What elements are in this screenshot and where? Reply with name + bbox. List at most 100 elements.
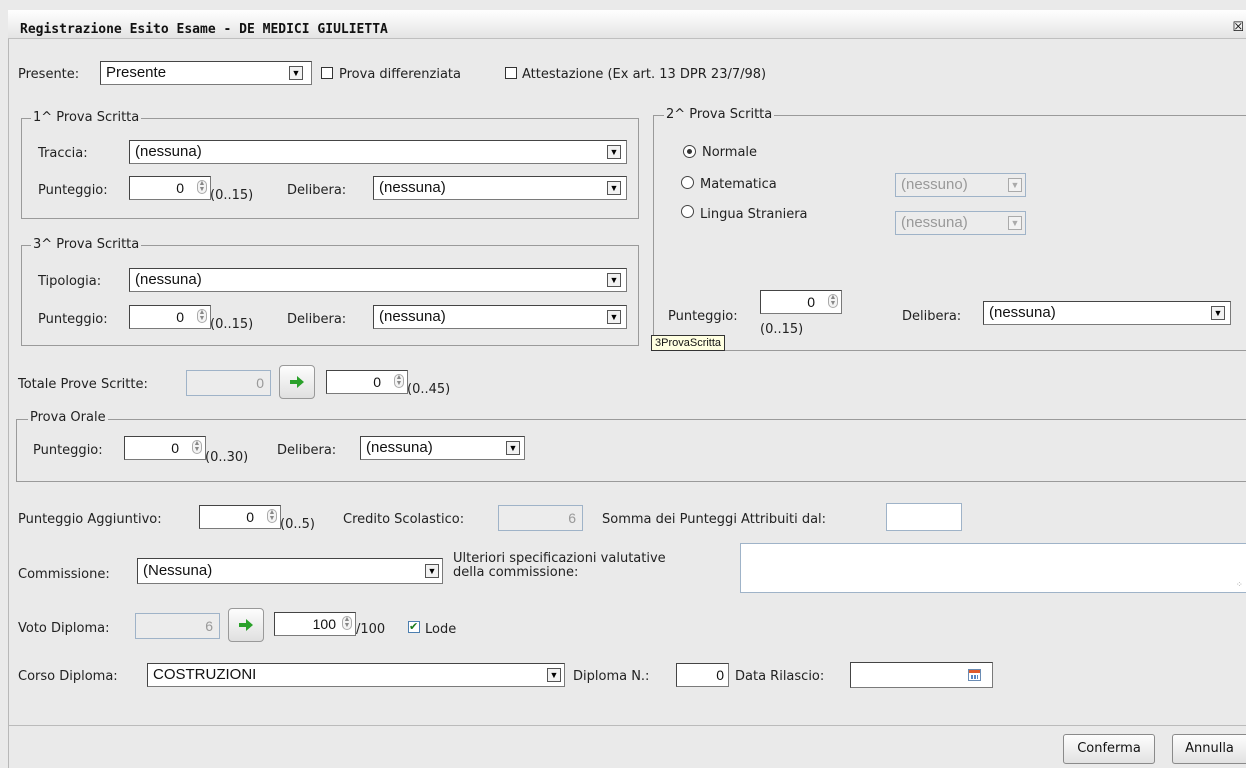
prova-differenziata-label: Prova differenziata — [339, 67, 461, 82]
prova1-punteggio-input[interactable]: 0 ▲ ▼ — [129, 176, 211, 200]
voto-computed-value: 6 — [205, 618, 213, 634]
commissione-label: Commissione: — [18, 567, 110, 582]
commissione-select[interactable]: (Nessuna) ▼ — [137, 558, 443, 584]
aggiuntivo-label: Punteggio Aggiuntivo: — [18, 512, 162, 527]
diploma-n-value: 0 — [716, 667, 724, 683]
aggiuntivo-value: 0 — [246, 509, 254, 525]
presente-label: Presente: — [18, 67, 80, 82]
data-rilascio-input[interactable] — [850, 662, 993, 688]
orale-punteggio-input[interactable]: 0 ▲ ▼ — [124, 436, 206, 460]
chevron-down-icon: ▼ — [547, 668, 561, 682]
lingua-select[interactable]: (nessuna) ▼ — [895, 211, 1026, 235]
lingua-select-value: (nessuna) — [901, 214, 968, 231]
voto-suffix: /100 — [356, 622, 386, 637]
calendar-icon[interactable] — [968, 669, 981, 681]
spinner-icon[interactable]: ▲ ▼ — [394, 374, 404, 388]
lode-checkbox[interactable] — [408, 620, 420, 633]
normale-label: Normale — [702, 145, 758, 160]
orale-delibera-label: Delibera: — [277, 443, 337, 458]
prova3-legend: 3^ Prova Scritta — [31, 237, 142, 252]
prova1-legend: 1^ Prova Scritta — [31, 110, 142, 125]
credito-value: 6 — [568, 510, 576, 526]
close-icon[interactable]: ☒ — [1232, 20, 1244, 35]
arrow-right-icon — [239, 619, 253, 631]
prova2-punteggio-input[interactable]: 0 ▲ ▼ — [760, 290, 842, 314]
prova3-punteggio-input[interactable]: 0 ▲ ▼ — [129, 305, 211, 329]
ulteriori-textarea[interactable]: ⁘ — [740, 543, 1246, 593]
matematica-select[interactable]: (nessuno) ▼ — [895, 173, 1026, 197]
spinner-icon[interactable]: ▲ ▼ — [828, 294, 838, 308]
credito-field: 6 — [498, 505, 583, 531]
prova-differenziata-checkbox[interactable] — [321, 67, 333, 79]
prova3-delibera-select[interactable]: (nessuna) ▼ — [373, 305, 627, 329]
chevron-down-icon: ▼ — [1008, 216, 1022, 230]
prova3-punteggio-value: 0 — [176, 309, 184, 325]
prova1-fieldset — [21, 118, 639, 219]
chevron-down-icon: ▼ — [425, 564, 439, 578]
totale-value: 0 — [373, 374, 381, 390]
totale-range: (0..45) — [407, 382, 451, 397]
prova1-range: (0..15) — [210, 188, 254, 203]
attestazione-label: Attestazione (Ex art. 13 DPR 23/7/98) — [522, 67, 767, 82]
somma-input[interactable] — [886, 503, 962, 531]
dialog-title: Registrazione Esito Esame - DE MEDICI GI… — [20, 22, 388, 37]
traccia-label: Traccia: — [38, 146, 88, 161]
prova3-range: (0..15) — [210, 317, 254, 332]
corso-select[interactable]: COSTRUZIONI ▼ — [147, 663, 565, 687]
prova2-punteggio-label: Punteggio: — [668, 309, 738, 324]
voto-input[interactable]: 100 ▲ ▼ — [274, 612, 356, 636]
prova2-delibera-select[interactable]: (nessuna) ▼ — [983, 301, 1231, 325]
matematica-radio[interactable] — [681, 176, 694, 189]
spinner-icon[interactable]: ▲ ▼ — [342, 616, 352, 630]
orale-range: (0..30) — [205, 450, 249, 465]
chevron-down-icon: ▼ — [289, 66, 303, 80]
presente-select-value: Presente — [106, 64, 167, 81]
tipologia-label: Tipologia: — [38, 274, 102, 289]
tipologia-select[interactable]: (nessuna) ▼ — [129, 268, 627, 292]
confirm-button[interactable]: Conferma — [1063, 734, 1155, 764]
lode-label: Lode — [425, 622, 457, 637]
commissione-select-value: (Nessuna) — [143, 562, 213, 579]
prova1-delibera-value: (nessuna) — [379, 179, 446, 196]
arrow-right-icon — [290, 376, 304, 388]
spinner-icon[interactable]: ▲ ▼ — [192, 440, 202, 454]
lingua-straniera-radio[interactable] — [681, 205, 694, 218]
credito-label: Credito Scolastico: — [343, 512, 465, 527]
spinner-icon[interactable]: ▲ ▼ — [267, 509, 277, 523]
cancel-button[interactable]: Annulla — [1172, 734, 1246, 764]
traccia-select[interactable]: (nessuna) ▼ — [129, 140, 627, 164]
prova3-punteggio-label: Punteggio: — [38, 312, 108, 327]
prova3-delibera-label: Delibera: — [287, 312, 347, 327]
lingua-straniera-label: Lingua Straniera — [700, 207, 808, 222]
diploma-n-input[interactable]: 0 — [676, 663, 729, 687]
prova3-fieldset — [21, 245, 639, 346]
spinner-icon[interactable]: ▲ ▼ — [197, 180, 207, 194]
chevron-down-icon: ▼ — [607, 310, 621, 324]
dialog-titlebar[interactable]: Registrazione Esito Esame - DE MEDICI GI… — [8, 10, 1246, 39]
presente-select[interactable]: Presente ▼ — [100, 61, 312, 85]
copy-voto-button[interactable] — [228, 608, 264, 642]
tooltip: 3ProvaScritta — [651, 335, 726, 351]
copy-totale-button[interactable] — [279, 365, 315, 399]
prova1-punteggio-label: Punteggio: — [38, 183, 108, 198]
attestazione-checkbox[interactable] — [505, 67, 517, 79]
prova2-legend: 2^ Prova Scritta — [664, 107, 775, 122]
prova2-delibera-label: Delibera: — [902, 309, 962, 324]
orale-punteggio-value: 0 — [171, 440, 179, 456]
matematica-select-value: (nessuno) — [901, 176, 968, 193]
aggiuntivo-input[interactable]: 0 ▲ ▼ — [199, 505, 281, 529]
totale-computed-value: 0 — [256, 375, 264, 391]
resize-grip-icon[interactable]: ⁘ — [1236, 580, 1244, 589]
chevron-down-icon: ▼ — [1008, 178, 1022, 192]
orale-punteggio-label: Punteggio: — [33, 443, 103, 458]
prova1-delibera-select[interactable]: (nessuna) ▼ — [373, 176, 627, 200]
chevron-down-icon: ▼ — [1211, 306, 1225, 320]
chevron-down-icon: ▼ — [506, 441, 520, 455]
normale-radio[interactable] — [683, 145, 696, 158]
prova2-punteggio-value: 0 — [807, 294, 815, 310]
orale-delibera-select[interactable]: (nessuna) ▼ — [360, 436, 525, 460]
spinner-icon[interactable]: ▲ ▼ — [197, 309, 207, 323]
prova3-delibera-value: (nessuna) — [379, 308, 446, 325]
totale-input[interactable]: 0 ▲ ▼ — [326, 370, 408, 394]
orale-delibera-value: (nessuna) — [366, 439, 433, 456]
